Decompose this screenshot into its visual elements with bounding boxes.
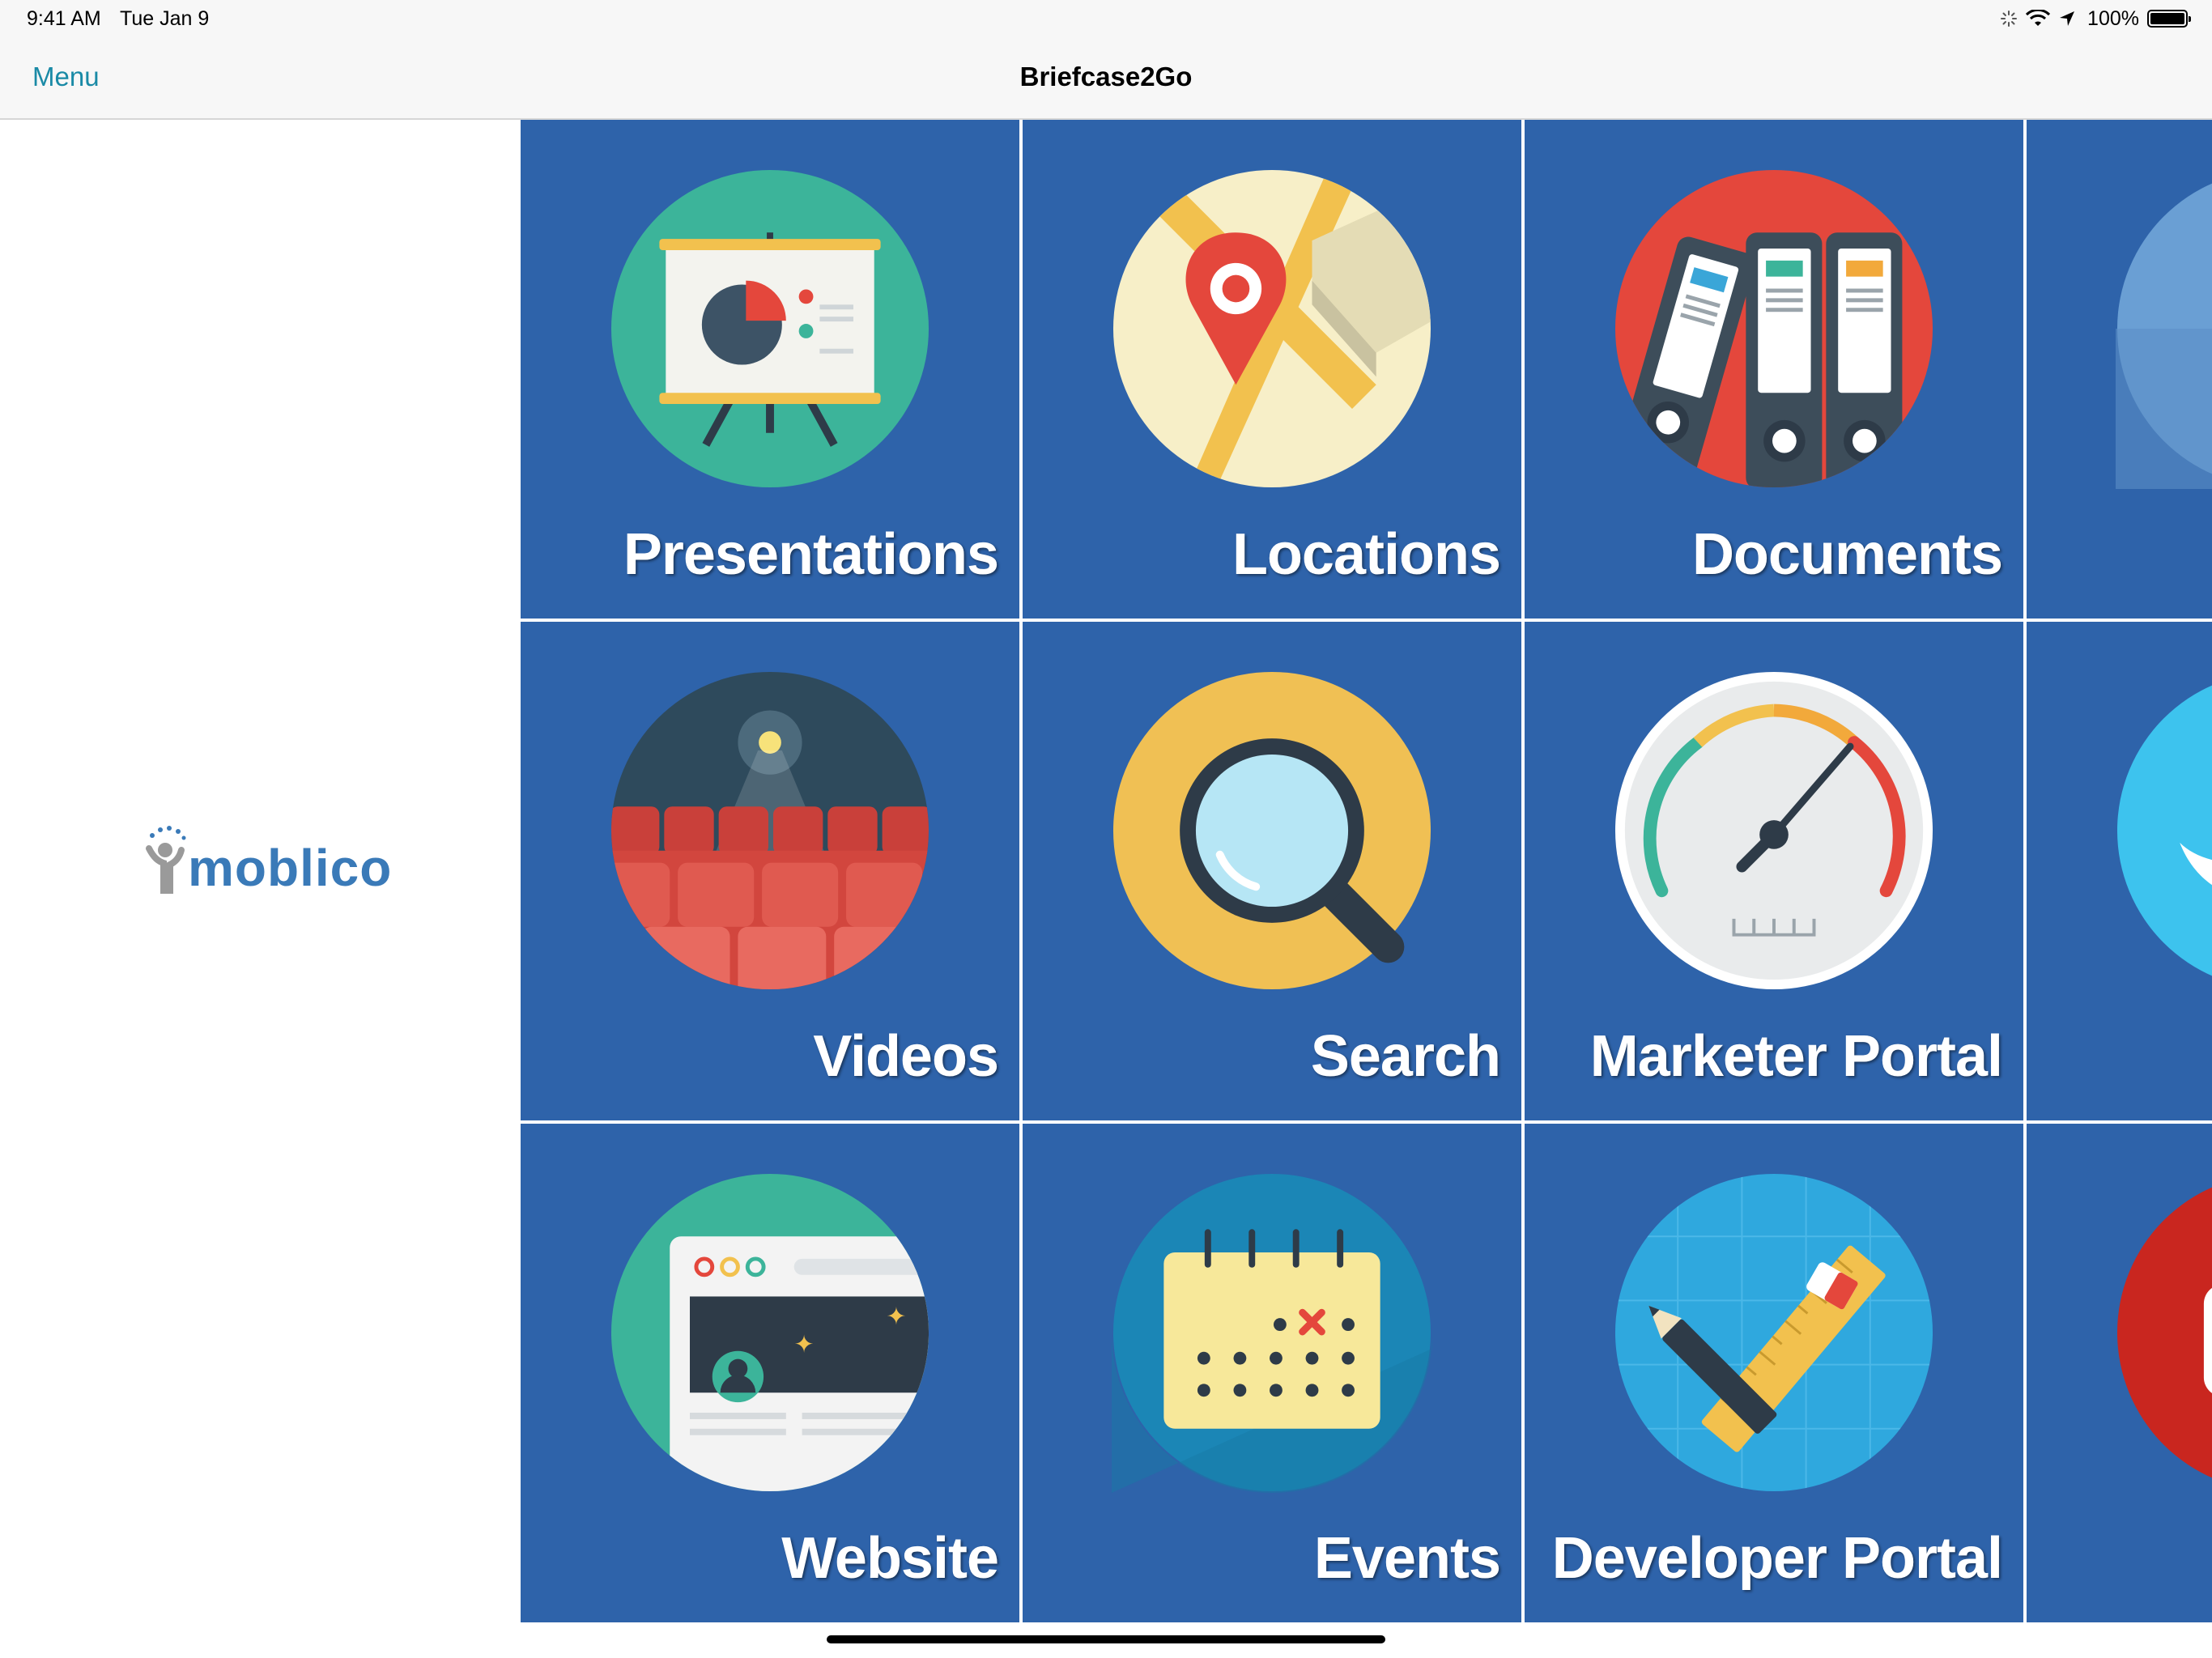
page-title: Briefcase2Go: [1019, 62, 1193, 91]
tile-label: Marketer Portal: [1589, 1024, 2003, 1089]
tile-website[interactable]: ✦ ✦ Website: [521, 1124, 1019, 1622]
svg-text:✦: ✦: [794, 1331, 815, 1359]
status-bar: 9:41 AM Tue Jan 9 100%: [0, 0, 2212, 37]
tile-label: Locations: [1231, 522, 1501, 587]
tile-presentations[interactable]: Presentations: [521, 120, 1019, 619]
tile-videos[interactable]: Videos: [521, 622, 1019, 1120]
status-time: 9:41 AM: [27, 7, 101, 30]
tile-search[interactable]: Search: [1023, 622, 1521, 1120]
tile-partial-3[interactable]: [2027, 1124, 2212, 1622]
twitter-partial-icon: [2117, 685, 2212, 976]
map-pin-icon: [1112, 169, 1431, 488]
activity-spinner-icon: [2001, 11, 2018, 27]
tile-developer-portal[interactable]: Developer Portal: [1525, 1124, 2023, 1622]
globe-partial-icon: [2116, 183, 2212, 489]
status-date: Tue Jan 9: [120, 7, 210, 30]
battery-percentage: 100%: [2087, 6, 2139, 30]
youtube-partial-icon: [2117, 1187, 2212, 1478]
home-indicator[interactable]: [827, 1635, 1385, 1643]
launcher-grid: Presentations Locations Documents Videos…: [521, 120, 2212, 1626]
moblico-figure-icon: [146, 826, 186, 894]
magnifier-icon: [1112, 671, 1431, 990]
ruler-pencil-icon: [1614, 1173, 1933, 1492]
gauge-icon: [1614, 671, 1933, 990]
tile-partial-1[interactable]: [2027, 120, 2212, 619]
tile-label: Search: [1310, 1024, 1501, 1089]
theater-icon: [610, 671, 929, 990]
tile-marketer-portal[interactable]: Marketer Portal: [1525, 622, 2023, 1120]
binders-icon: [1614, 169, 1933, 488]
presentation-board-icon: [610, 169, 929, 488]
tile-partial-2[interactable]: [2027, 622, 2212, 1120]
navigation-bar: Menu Briefcase2Go: [0, 37, 2212, 120]
tile-documents[interactable]: Documents: [1525, 120, 2023, 619]
calendar-icon: [1112, 1173, 1432, 1493]
tile-label: Documents: [1691, 522, 2003, 587]
tile-label: Events: [1313, 1526, 1501, 1591]
wifi-icon: [2026, 10, 2051, 26]
status-indicators: 100%: [2000, 5, 2191, 32]
tile-label: Videos: [813, 1024, 999, 1089]
moblico-logo: moblico: [144, 824, 392, 894]
tile-label: Presentations: [623, 522, 999, 587]
logo-text: moblico: [188, 839, 393, 897]
svg-text:✦: ✦: [887, 1303, 907, 1331]
location-arrow-icon: [2060, 11, 2075, 26]
browser-window-icon: ✦ ✦: [610, 1173, 929, 1492]
tile-locations[interactable]: Locations: [1023, 120, 1521, 619]
tile-label: Developer Portal: [1551, 1526, 2003, 1591]
battery-icon: [2147, 10, 2191, 28]
sidebar: moblico: [0, 120, 521, 1626]
tile-label: Website: [781, 1526, 999, 1591]
tile-events[interactable]: Events: [1023, 1124, 1521, 1622]
